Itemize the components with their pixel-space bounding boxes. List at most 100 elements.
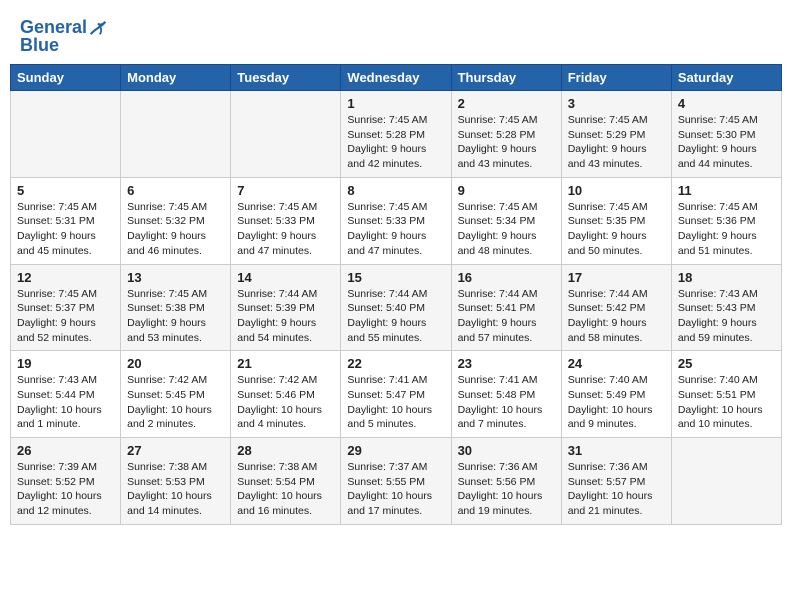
day-info: Sunrise: 7:43 AM Sunset: 5:44 PM Dayligh… xyxy=(17,373,114,432)
day-info: Sunrise: 7:45 AM Sunset: 5:31 PM Dayligh… xyxy=(17,200,114,259)
day-info: Sunrise: 7:39 AM Sunset: 5:52 PM Dayligh… xyxy=(17,460,114,519)
day-number: 28 xyxy=(237,443,334,458)
day-info: Sunrise: 7:45 AM Sunset: 5:38 PM Dayligh… xyxy=(127,287,224,346)
day-info: Sunrise: 7:45 AM Sunset: 5:34 PM Dayligh… xyxy=(458,200,555,259)
calendar-cell: 25 Sunrise: 7:40 AM Sunset: 5:51 PM Dayli… xyxy=(671,351,781,438)
calendar-week-row: 19 Sunrise: 7:43 AM Sunset: 5:44 PM Dayli… xyxy=(11,351,782,438)
day-number: 10 xyxy=(568,183,665,198)
day-info: Sunrise: 7:44 AM Sunset: 5:40 PM Dayligh… xyxy=(347,287,444,346)
day-number: 26 xyxy=(17,443,114,458)
calendar-cell: 24 Sunrise: 7:40 AM Sunset: 5:49 PM Dayli… xyxy=(561,351,671,438)
day-number: 7 xyxy=(237,183,334,198)
calendar-cell: 8 Sunrise: 7:45 AM Sunset: 5:33 PM Daylig… xyxy=(341,177,451,264)
calendar-cell: 13Sunrise: 7:45 AM Sunset: 5:38 PM Dayli… xyxy=(121,264,231,351)
day-number: 25 xyxy=(678,356,775,371)
day-number: 11 xyxy=(678,183,775,198)
calendar-cell: 14Sunrise: 7:44 AM Sunset: 5:39 PM Dayli… xyxy=(231,264,341,351)
calendar-cell: 26 Sunrise: 7:39 AM Sunset: 5:52 PM Dayli… xyxy=(11,438,121,525)
day-number: 19 xyxy=(17,356,114,371)
calendar-cell xyxy=(671,438,781,525)
page-header: General Blue xyxy=(10,10,782,60)
day-number: 4 xyxy=(678,96,775,111)
day-info: Sunrise: 7:42 AM Sunset: 5:46 PM Dayligh… xyxy=(237,373,334,432)
calendar-cell: 20Sunrise: 7:42 AM Sunset: 5:45 PM Dayli… xyxy=(121,351,231,438)
day-info: Sunrise: 7:45 AM Sunset: 5:37 PM Dayligh… xyxy=(17,287,114,346)
calendar-table: SundayMondayTuesdayWednesdayThursdayFrid… xyxy=(10,64,782,525)
calendar-cell: 19 Sunrise: 7:43 AM Sunset: 5:44 PM Dayli… xyxy=(11,351,121,438)
day-info: Sunrise: 7:45 AM Sunset: 5:33 PM Dayligh… xyxy=(237,200,334,259)
weekday-header-thursday: Thursday xyxy=(451,65,561,91)
calendar-cell: 17 Sunrise: 7:44 AM Sunset: 5:42 PM Dayli… xyxy=(561,264,671,351)
day-number: 18 xyxy=(678,270,775,285)
day-number: 12 xyxy=(17,270,114,285)
calendar-week-row: 1 Sunrise: 7:45 AM Sunset: 5:28 PM Daylig… xyxy=(11,91,782,178)
day-info: Sunrise: 7:45 AM Sunset: 5:28 PM Dayligh… xyxy=(458,113,555,172)
day-info: Sunrise: 7:45 AM Sunset: 5:28 PM Dayligh… xyxy=(347,113,444,172)
weekday-header-monday: Monday xyxy=(121,65,231,91)
calendar-cell: 11Sunrise: 7:45 AM Sunset: 5:36 PM Dayli… xyxy=(671,177,781,264)
calendar-cell: 15 Sunrise: 7:44 AM Sunset: 5:40 PM Dayli… xyxy=(341,264,451,351)
calendar-cell: 16 Sunrise: 7:44 AM Sunset: 5:41 PM Dayli… xyxy=(451,264,561,351)
calendar-cell xyxy=(231,91,341,178)
calendar-cell: 30Sunrise: 7:36 AM Sunset: 5:56 PM Dayli… xyxy=(451,438,561,525)
day-number: 22 xyxy=(347,356,444,371)
day-info: Sunrise: 7:40 AM Sunset: 5:49 PM Dayligh… xyxy=(568,373,665,432)
day-info: Sunrise: 7:37 AM Sunset: 5:55 PM Dayligh… xyxy=(347,460,444,519)
calendar-cell: 18 Sunrise: 7:43 AM Sunset: 5:43 PM Dayli… xyxy=(671,264,781,351)
day-info: Sunrise: 7:41 AM Sunset: 5:47 PM Dayligh… xyxy=(347,373,444,432)
day-number: 30 xyxy=(458,443,555,458)
calendar-cell: 27 Sunrise: 7:38 AM Sunset: 5:53 PM Dayli… xyxy=(121,438,231,525)
weekday-header-row: SundayMondayTuesdayWednesdayThursdayFrid… xyxy=(11,65,782,91)
day-number: 23 xyxy=(458,356,555,371)
calendar-week-row: 5 Sunrise: 7:45 AM Sunset: 5:31 PM Daylig… xyxy=(11,177,782,264)
day-number: 15 xyxy=(347,270,444,285)
day-info: Sunrise: 7:45 AM Sunset: 5:35 PM Dayligh… xyxy=(568,200,665,259)
day-number: 14 xyxy=(237,270,334,285)
day-number: 31 xyxy=(568,443,665,458)
day-info: Sunrise: 7:42 AM Sunset: 5:45 PM Dayligh… xyxy=(127,373,224,432)
day-number: 27 xyxy=(127,443,224,458)
day-info: Sunrise: 7:40 AM Sunset: 5:51 PM Dayligh… xyxy=(678,373,775,432)
day-number: 16 xyxy=(458,270,555,285)
calendar-cell: 23Sunrise: 7:41 AM Sunset: 5:48 PM Dayli… xyxy=(451,351,561,438)
day-number: 24 xyxy=(568,356,665,371)
logo-line2: Blue xyxy=(20,35,107,56)
day-number: 29 xyxy=(347,443,444,458)
day-info: Sunrise: 7:38 AM Sunset: 5:53 PM Dayligh… xyxy=(127,460,224,519)
logo-bird-icon xyxy=(89,18,107,38)
calendar-week-row: 26 Sunrise: 7:39 AM Sunset: 5:52 PM Dayli… xyxy=(11,438,782,525)
day-info: Sunrise: 7:45 AM Sunset: 5:32 PM Dayligh… xyxy=(127,200,224,259)
calendar-cell: 10 Sunrise: 7:45 AM Sunset: 5:35 PM Dayli… xyxy=(561,177,671,264)
calendar-cell xyxy=(11,91,121,178)
day-number: 5 xyxy=(17,183,114,198)
calendar-cell: 21 Sunrise: 7:42 AM Sunset: 5:46 PM Dayli… xyxy=(231,351,341,438)
day-number: 6 xyxy=(127,183,224,198)
day-number: 8 xyxy=(347,183,444,198)
day-info: Sunrise: 7:38 AM Sunset: 5:54 PM Dayligh… xyxy=(237,460,334,519)
day-info: Sunrise: 7:44 AM Sunset: 5:41 PM Dayligh… xyxy=(458,287,555,346)
weekday-header-wednesday: Wednesday xyxy=(341,65,451,91)
calendar-cell: 22 Sunrise: 7:41 AM Sunset: 5:47 PM Dayli… xyxy=(341,351,451,438)
calendar-cell: 3 Sunrise: 7:45 AM Sunset: 5:29 PM Daylig… xyxy=(561,91,671,178)
calendar-cell: 7 Sunrise: 7:45 AM Sunset: 5:33 PM Daylig… xyxy=(231,177,341,264)
day-info: Sunrise: 7:36 AM Sunset: 5:57 PM Dayligh… xyxy=(568,460,665,519)
day-info: Sunrise: 7:45 AM Sunset: 5:33 PM Dayligh… xyxy=(347,200,444,259)
calendar-cell: 1 Sunrise: 7:45 AM Sunset: 5:28 PM Daylig… xyxy=(341,91,451,178)
day-info: Sunrise: 7:43 AM Sunset: 5:43 PM Dayligh… xyxy=(678,287,775,346)
calendar-week-row: 12 Sunrise: 7:45 AM Sunset: 5:37 PM Dayli… xyxy=(11,264,782,351)
calendar-cell: 29 Sunrise: 7:37 AM Sunset: 5:55 PM Dayli… xyxy=(341,438,451,525)
calendar-cell: 5 Sunrise: 7:45 AM Sunset: 5:31 PM Daylig… xyxy=(11,177,121,264)
day-number: 3 xyxy=(568,96,665,111)
day-number: 21 xyxy=(237,356,334,371)
weekday-header-friday: Friday xyxy=(561,65,671,91)
calendar-cell: 9Sunrise: 7:45 AM Sunset: 5:34 PM Daylig… xyxy=(451,177,561,264)
day-info: Sunrise: 7:44 AM Sunset: 5:42 PM Dayligh… xyxy=(568,287,665,346)
day-info: Sunrise: 7:45 AM Sunset: 5:29 PM Dayligh… xyxy=(568,113,665,172)
logo: General Blue xyxy=(20,18,107,56)
day-number: 17 xyxy=(568,270,665,285)
calendar-cell: 6 Sunrise: 7:45 AM Sunset: 5:32 PM Daylig… xyxy=(121,177,231,264)
day-info: Sunrise: 7:45 AM Sunset: 5:30 PM Dayligh… xyxy=(678,113,775,172)
calendar-cell: 4 Sunrise: 7:45 AM Sunset: 5:30 PM Daylig… xyxy=(671,91,781,178)
day-number: 1 xyxy=(347,96,444,111)
calendar-cell: 12 Sunrise: 7:45 AM Sunset: 5:37 PM Dayli… xyxy=(11,264,121,351)
